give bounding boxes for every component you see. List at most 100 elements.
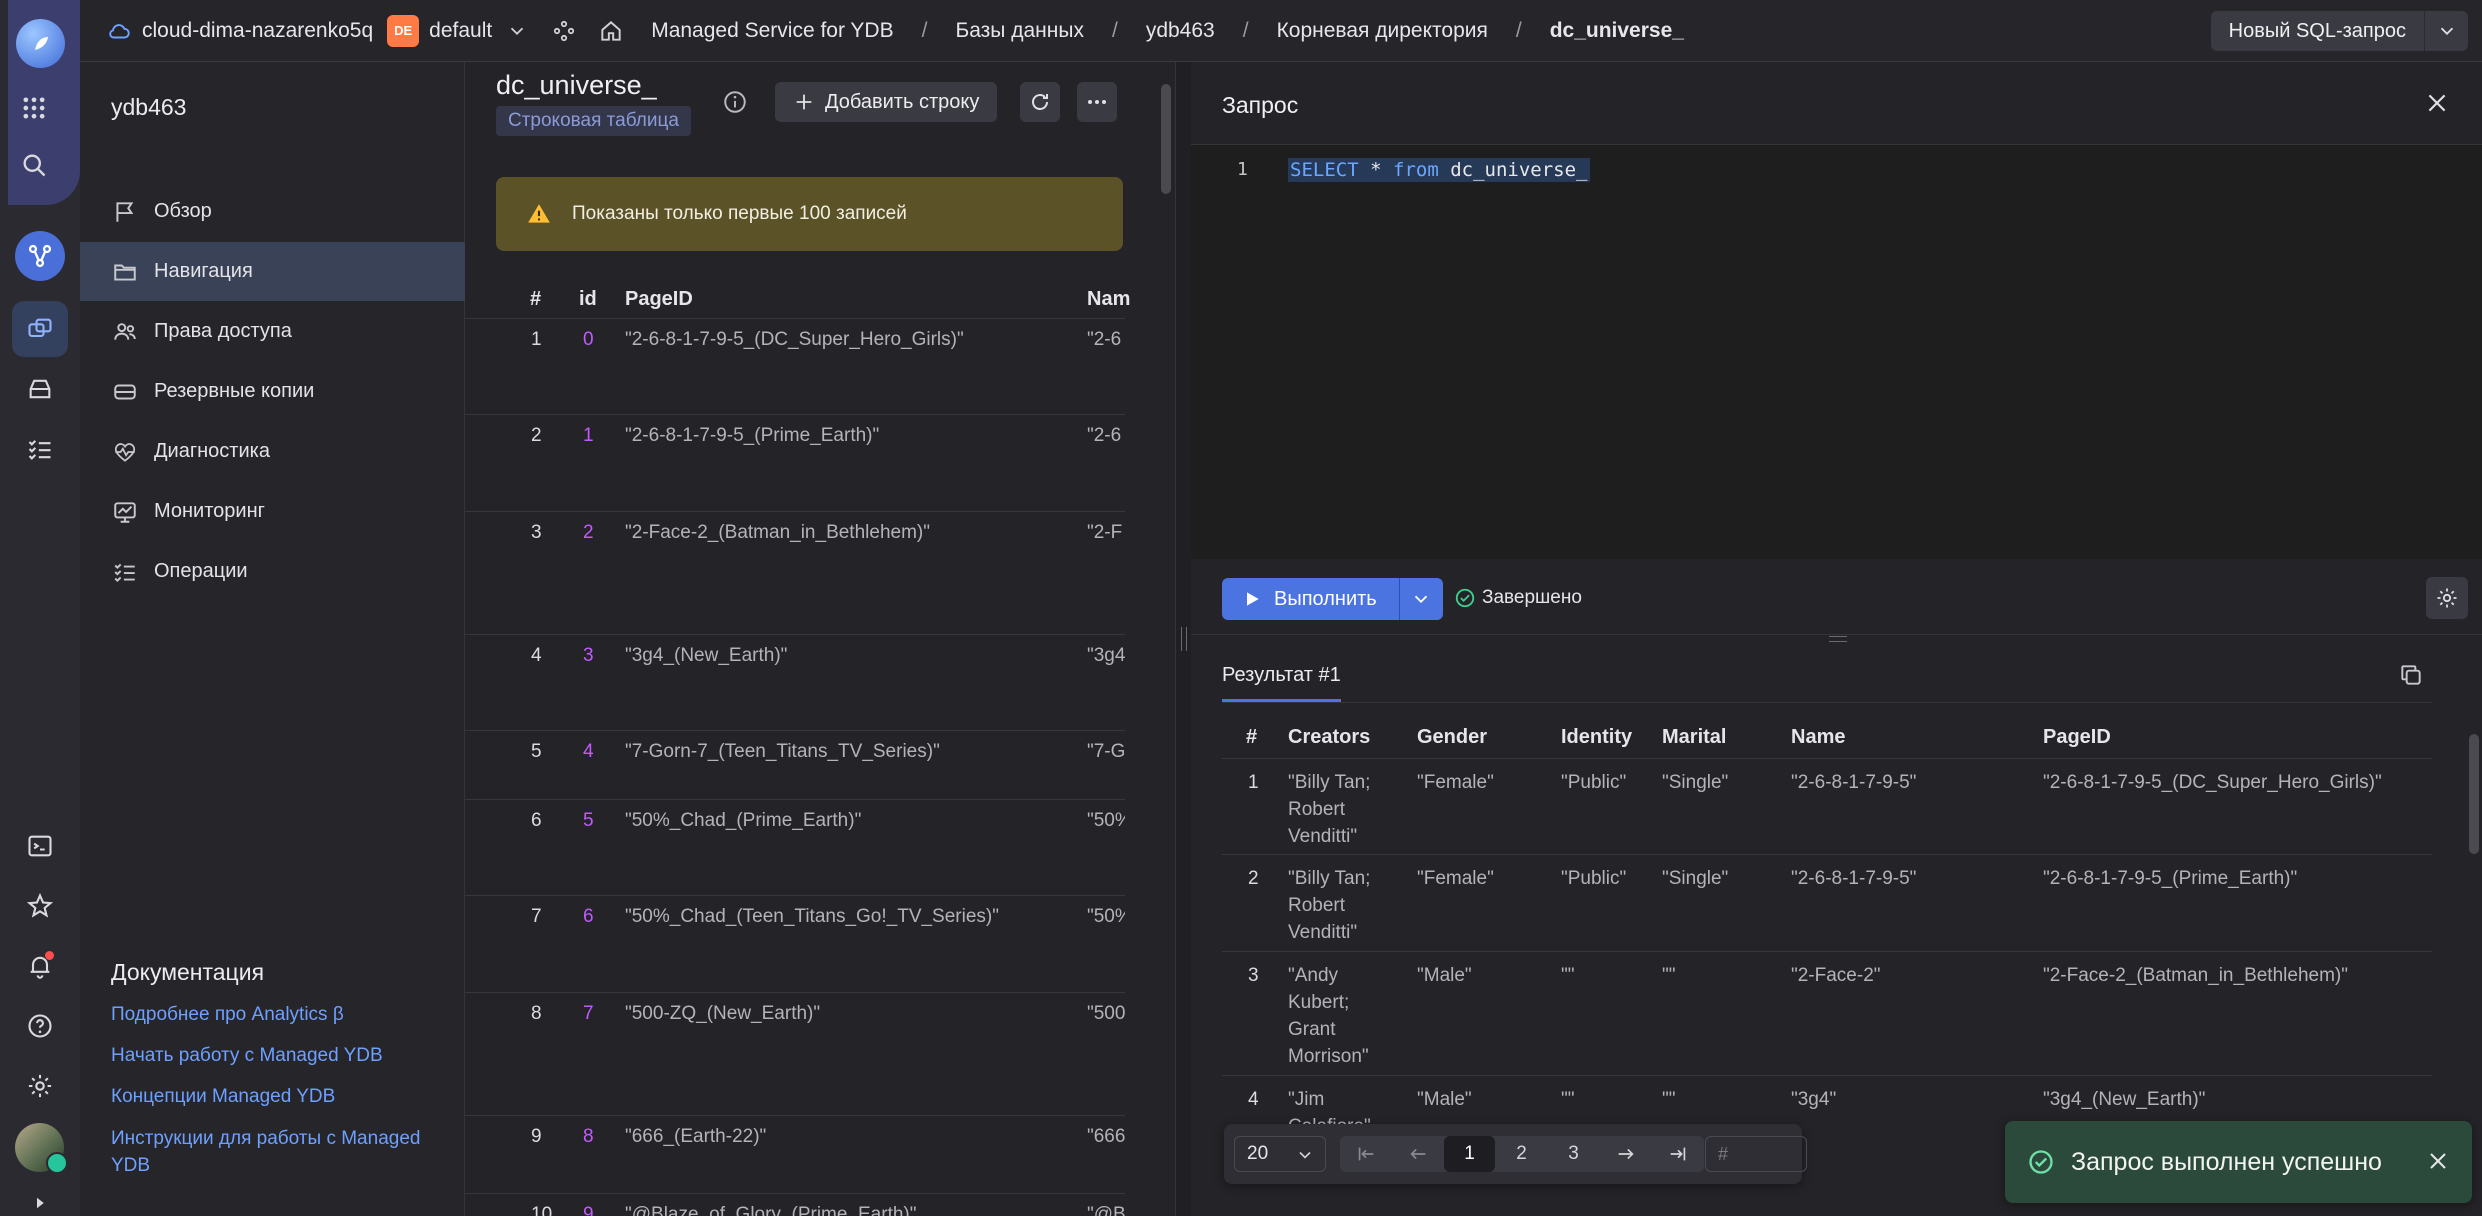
result-resize-grip[interactable] (1829, 636, 1847, 642)
run-button[interactable]: Выполнить (1222, 578, 1399, 620)
res-cell-identity: "Public" (1561, 868, 1627, 889)
page-button-2[interactable]: 2 (1496, 1136, 1547, 1172)
table-row[interactable]: 5 4 "7-Gorn-7_(Teen_Titans_TV_Series)" "7-G (465, 730, 1125, 799)
databases-icon[interactable] (12, 301, 68, 357)
result-row[interactable]: 3 "Andy Kubert; Grant Morrison" "Male" "" ""… (1222, 951, 2432, 1075)
res-cell-identity: "" (1561, 1089, 1575, 1110)
res-cell-pageid: "3g4_(New_Earth)" (2043, 1089, 2206, 1110)
table-scrollbar[interactable] (1158, 78, 1174, 1198)
nav-item-access-rights[interactable]: Права доступа (80, 302, 465, 361)
folder-selector[interactable]: DE default (387, 14, 528, 47)
breadcrumb-root-dir[interactable]: Корневая директория (1277, 19, 1488, 43)
result-tab[interactable]: Результат #1 (1222, 664, 1341, 702)
pane-splitter[interactable] (1175, 62, 1191, 1216)
table-row[interactable]: 1 0 "2-6-8-1-7-9-5_(DC_Super_Hero_Girls)" "… (465, 318, 1125, 414)
table-row[interactable]: 6 5 "50%_Chad_(Prime_Earth)" "50% (465, 799, 1125, 895)
help-icon[interactable] (12, 998, 68, 1054)
storage-icon[interactable] (12, 361, 68, 417)
table-row[interactable]: 9 8 "666_(Earth-22)" "666 (465, 1115, 1125, 1193)
col-header-pageid[interactable]: PageID (625, 288, 693, 311)
scrollbar-thumb[interactable] (1161, 84, 1171, 194)
breadcrumb-service[interactable]: Managed Service for YDB (651, 19, 893, 43)
table-row[interactable]: 7 6 "50%_Chad_(Teen_Titans_Go!_TV_Series)"… (465, 895, 1125, 992)
breadcrumb-databases[interactable]: Базы данных (955, 19, 1084, 43)
query-settings-button[interactable] (2426, 577, 2468, 619)
doc-link-getting-started[interactable]: Начать работу с Managed YDB (111, 1042, 451, 1069)
splitter-grip[interactable] (1181, 627, 1187, 651)
expand-rail-icon[interactable] (12, 1188, 68, 1216)
favorites-star-icon[interactable] (12, 878, 68, 934)
cell-name: "3g4 (1087, 645, 1125, 666)
nav-item-diagnostics[interactable]: Диагностика (80, 422, 465, 481)
home-icon[interactable] (598, 18, 624, 44)
info-icon[interactable] (722, 89, 748, 115)
first-page-button[interactable] (1340, 1136, 1391, 1172)
res-cell-gender: "Male" (1417, 1089, 1472, 1110)
add-row-button[interactable]: Добавить строку (775, 82, 998, 122)
table-row[interactable]: 2 1 "2-6-8-1-7-9-5_(Prime_Earth)" "2-6 (465, 414, 1125, 511)
user-avatar[interactable] (15, 1123, 68, 1174)
sql-code-line[interactable]: SELECT * from dc_universe_ (1288, 158, 1590, 182)
ellipsis-icon (1088, 100, 1106, 104)
doc-link-analytics[interactable]: Подробнее про Analytics β (111, 1001, 451, 1028)
sql-keyword: SELECT (1290, 159, 1359, 181)
res-col-identity[interactable]: Identity (1561, 726, 1632, 749)
close-icon[interactable] (2424, 90, 2450, 116)
res-col-creators[interactable]: Creators (1288, 726, 1370, 749)
logo-area (8, 0, 80, 205)
page-number-input[interactable]: # (1705, 1136, 1807, 1172)
checklist-icon[interactable] (12, 421, 68, 477)
more-actions-button[interactable] (1077, 82, 1117, 122)
page-button-3[interactable]: 3 (1548, 1136, 1599, 1172)
prev-page-button[interactable] (1392, 1136, 1443, 1172)
nav-item-navigation[interactable]: Навигация (80, 242, 465, 301)
copy-icon[interactable] (2398, 662, 2424, 688)
res-col-marital[interactable]: Marital (1662, 726, 1726, 749)
nav-item-operations[interactable]: Операции (80, 542, 465, 601)
services-grid-icon[interactable] (6, 80, 62, 136)
cell-pageid: "2-6-8-1-7-9-5_(DC_Super_Hero_Girls)" (625, 329, 964, 350)
table-row[interactable]: 8 7 "500-ZQ_(New_Earth)" "500 (465, 992, 1125, 1115)
refresh-button[interactable] (1020, 82, 1060, 122)
next-page-button[interactable] (1600, 1136, 1651, 1172)
query-status: Завершено (1454, 587, 1582, 609)
table-row[interactable]: 10 9 "@Blaze_of_Glory_(Prime_Earth)" "@B (465, 1193, 1125, 1216)
ydb-service-icon[interactable] (15, 231, 65, 281)
cell-pageid: "50%_Chad_(Teen_Titans_Go!_TV_Series)" (625, 906, 999, 927)
doc-link-instructions[interactable]: Инструкции для работы с Managed YDB (111, 1125, 451, 1179)
res-cell-creators: "Billy Tan; Robert Venditti" (1288, 772, 1371, 847)
page-size-select[interactable]: 20 (1234, 1136, 1326, 1172)
col-header-name[interactable]: Nam (1087, 288, 1130, 311)
res-col-gender[interactable]: Gender (1417, 726, 1487, 749)
terminal-icon[interactable] (12, 818, 68, 874)
status-text: Завершено (1482, 587, 1582, 608)
close-icon[interactable] (2426, 1149, 2450, 1173)
nav-item-monitoring[interactable]: Мониторинг (80, 482, 465, 541)
res-cell-index: 4 (1248, 1089, 1259, 1110)
run-options-button[interactable] (1398, 578, 1443, 620)
result-row[interactable]: 1 "Billy Tan; Robert Venditti" "Female" "Pu… (1222, 758, 2432, 854)
cloud-selector[interactable]: cloud-dima-nazarenko5q (106, 18, 373, 44)
table-row[interactable]: 4 3 "3g4_(New_Earth)" "3g4 (465, 634, 1125, 730)
search-icon[interactable] (6, 137, 62, 193)
table-row[interactable]: 3 2 "2-Face-2_(Batman_in_Bethlehem)" "2-F (465, 511, 1125, 634)
page-button-1[interactable]: 1 (1444, 1136, 1495, 1172)
res-col-name[interactable]: Name (1791, 726, 1845, 749)
notifications-bell-icon[interactable] (12, 938, 68, 994)
doc-link-concepts[interactable]: Концепции Managed YDB (111, 1083, 451, 1110)
new-sql-query-button[interactable]: Новый SQL-запрос (2210, 11, 2424, 51)
res-col-pageid[interactable]: PageID (2043, 726, 2111, 749)
sql-editor[interactable]: 1 SELECT * from dc_universe_ (1191, 144, 2482, 559)
last-page-button[interactable] (1652, 1136, 1703, 1172)
yandex-cloud-logo-icon[interactable] (16, 19, 65, 68)
new-sql-dropdown-button[interactable] (2424, 11, 2468, 51)
scrollbar-thumb[interactable] (2469, 734, 2479, 854)
cell-index: 5 (531, 741, 542, 762)
nav-item-overview[interactable]: Обзор (80, 182, 465, 241)
result-row[interactable]: 2 "Billy Tan; Robert Venditti" "Female" "Pu… (1222, 854, 2432, 951)
col-header-id[interactable]: id (579, 288, 597, 311)
nav-item-backups[interactable]: Резервные копии (80, 362, 465, 421)
settings-gear-icon[interactable] (12, 1058, 68, 1114)
breadcrumb-database[interactable]: ydb463 (1146, 19, 1215, 43)
service-map-icon[interactable] (552, 19, 576, 43)
